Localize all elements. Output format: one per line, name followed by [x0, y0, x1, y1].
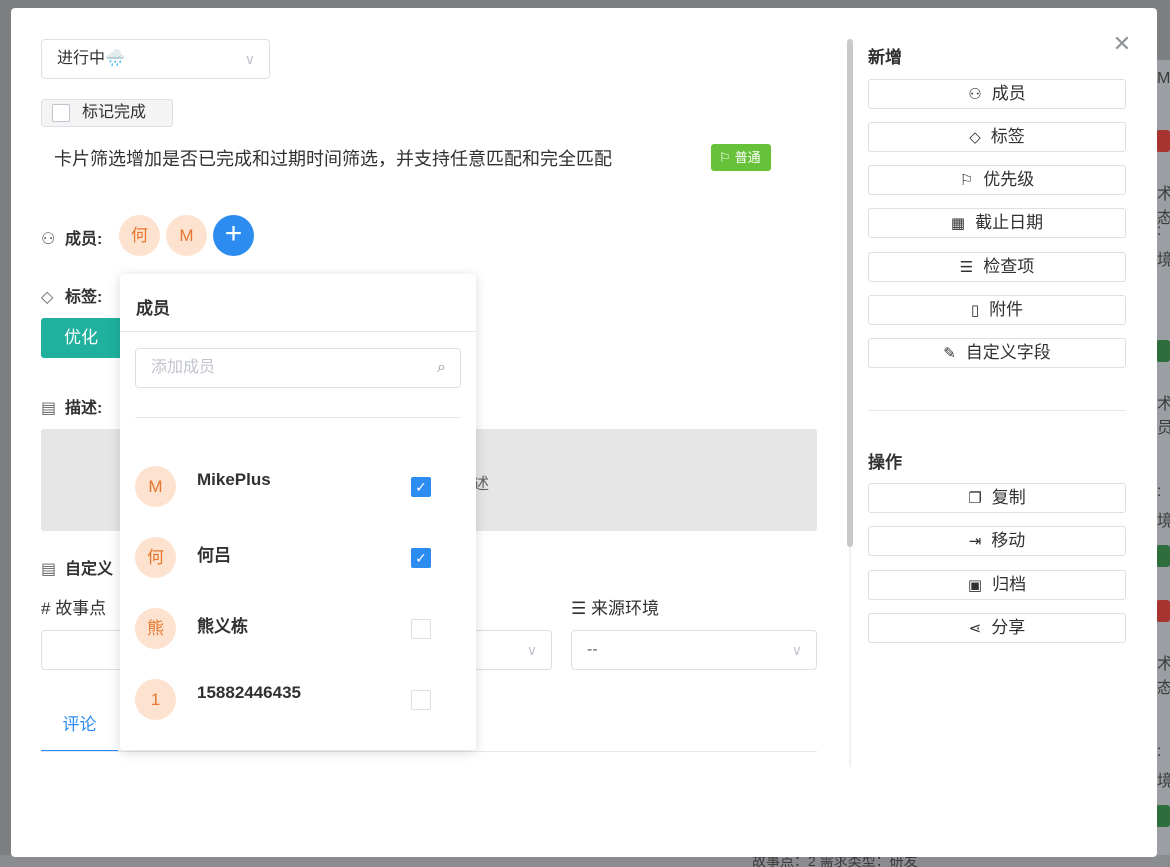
file-icon: ▯ [970, 302, 980, 319]
status-value: 进行中🌧️ [57, 50, 125, 67]
edit-icon: ✎ [943, 345, 956, 362]
board-text: : [1157, 483, 1162, 500]
field-source-env-label: ☰ 来源环境 [571, 599, 659, 618]
scrollbar-thumb[interactable] [847, 39, 853, 547]
flag-icon: ⚐ [719, 150, 731, 165]
add-checklist-button[interactable]: ☰ 检查项 [868, 252, 1126, 282]
priority-label: 普通 [734, 150, 761, 165]
board-text: 境 [1157, 773, 1170, 790]
member-name: MikePlus [197, 470, 271, 489]
copy-button[interactable]: ❐ 复制 [868, 483, 1126, 513]
field-source-env-select[interactable]: -- ∨ [571, 630, 817, 670]
share-icon: ⋖ [968, 620, 982, 637]
add-member-side-button[interactable]: ⚇ 成员 [868, 79, 1126, 109]
member-checkbox[interactable] [411, 619, 431, 639]
add-attachment-button[interactable]: ▯ 附件 [868, 295, 1126, 325]
status-select[interactable]: 进行中🌧️ ∨ [41, 39, 270, 79]
member-name: 熊义栋 [197, 617, 248, 636]
tabs-divider [41, 751, 817, 752]
member-option[interactable]: 1 15882446435 [135, 679, 461, 723]
document-icon: ▤ [41, 400, 57, 417]
board-tag-green [1156, 340, 1170, 362]
description-label: ▤ 描述: [41, 400, 103, 417]
board-text: 境 [1157, 513, 1170, 530]
popover-divider [120, 331, 476, 332]
mark-done-checkbox[interactable] [52, 104, 70, 122]
calendar-icon: ▦ [950, 215, 966, 232]
add-priority-button[interactable]: ⚐ 优先级 [868, 165, 1126, 195]
member-option[interactable]: 何 何吕 ✓ [135, 537, 461, 581]
archive-button[interactable]: ▣ 归档 [868, 570, 1126, 600]
search-icon: ⌕ [437, 359, 446, 376]
member-name: 15882446435 [197, 683, 302, 702]
board-text: : [1157, 743, 1162, 760]
member-popover: 成员 添加成员 ⌕ M MikePlus ✓ 何 何吕 ✓ 熊 熊义栋 1 15… [120, 274, 476, 750]
add-custom-field-button[interactable]: ✎ 自定义字段 [868, 338, 1126, 368]
move-icon: ⇥ [968, 533, 982, 550]
board-tag-green [1156, 805, 1170, 827]
board-text: Mo [1157, 70, 1170, 87]
ops-section-title: 操作 [868, 453, 902, 472]
tab-comment[interactable]: 评论 [41, 712, 118, 752]
field-story-points-label: # 故事点 [41, 599, 107, 618]
share-button[interactable]: ⋖ 分享 [868, 613, 1126, 643]
board-tag-green [1156, 545, 1170, 567]
avatar[interactable]: M [166, 215, 207, 256]
card-detail-modal: ✕ 进行中🌧️ ∨ 标记完成 卡片筛选增加是否已完成和过期时间筛选，并支持任意匹… [11, 8, 1157, 857]
add-tag-button[interactable]: ◇ 标签 [868, 122, 1126, 152]
list-icon: ☰ [959, 259, 974, 276]
board-text: 术态 [1157, 186, 1170, 227]
flag-icon: ⚐ [959, 172, 974, 189]
mark-done-label: 标记完成 [82, 104, 147, 121]
member-search-input[interactable]: 添加成员 ⌕ [135, 348, 461, 388]
member-search-placeholder: 添加成员 [151, 359, 216, 376]
member-name: 何吕 [197, 546, 231, 565]
hash-icon: # [41, 599, 56, 618]
user-icon: ⚇ [41, 231, 56, 248]
tag-chip[interactable]: 优化 [41, 318, 121, 358]
board-text: 术员 [1157, 396, 1170, 437]
avatar[interactable]: 何 [119, 215, 160, 256]
avatar: 1 [135, 679, 176, 720]
board-text: : [1157, 222, 1162, 239]
document-icon: ▤ [41, 561, 57, 578]
sidebar-divider [868, 410, 1126, 411]
popover-title: 成员 [136, 299, 170, 318]
chevron-down-icon: ∨ [526, 642, 537, 658]
chevron-down-icon: ∨ [244, 51, 255, 67]
member-checkbox-checked[interactable]: ✓ [411, 477, 431, 497]
board-text: 境 [1157, 252, 1170, 269]
add-section-title: 新增 [868, 48, 902, 67]
list-icon: ☰ [571, 599, 591, 618]
tag-icon: ◇ [41, 289, 54, 306]
avatar: M [135, 466, 176, 507]
members-label: ⚇ 成员: [41, 231, 103, 248]
board-tag-red [1156, 130, 1170, 152]
board-tag-red [1156, 600, 1170, 622]
add-member-button[interactable]: + [213, 215, 254, 256]
move-button[interactable]: ⇥ 移动 [868, 526, 1126, 556]
tags-label: ◇ 标签: [41, 289, 103, 306]
copy-icon: ❐ [968, 490, 982, 507]
tag-icon: ◇ [969, 129, 981, 146]
priority-badge[interactable]: ⚐ 普通 [711, 144, 771, 171]
close-icon[interactable]: ✕ [1111, 33, 1133, 55]
custom-fields-label: ▤ 自定义 [41, 561, 114, 578]
archive-icon: ▣ [967, 577, 983, 594]
member-option[interactable]: M MikePlus ✓ [135, 466, 461, 510]
member-checkbox[interactable] [411, 690, 431, 710]
avatar: 何 [135, 537, 176, 578]
mark-done-button[interactable]: 标记完成 [41, 99, 173, 127]
member-checkbox-checked[interactable]: ✓ [411, 548, 431, 568]
board-text: 术态 [1157, 656, 1170, 697]
member-option[interactable]: 熊 熊义栋 [135, 608, 461, 652]
chevron-down-icon: ∨ [791, 642, 802, 658]
add-due-date-button[interactable]: ▦ 截止日期 [868, 208, 1126, 238]
popover-divider [135, 417, 461, 418]
avatar: 熊 [135, 608, 176, 649]
card-title[interactable]: 卡片筛选增加是否已完成和过期时间筛选，并支持任意匹配和完全匹配 [54, 145, 612, 171]
user-icon: ⚇ [968, 86, 982, 103]
